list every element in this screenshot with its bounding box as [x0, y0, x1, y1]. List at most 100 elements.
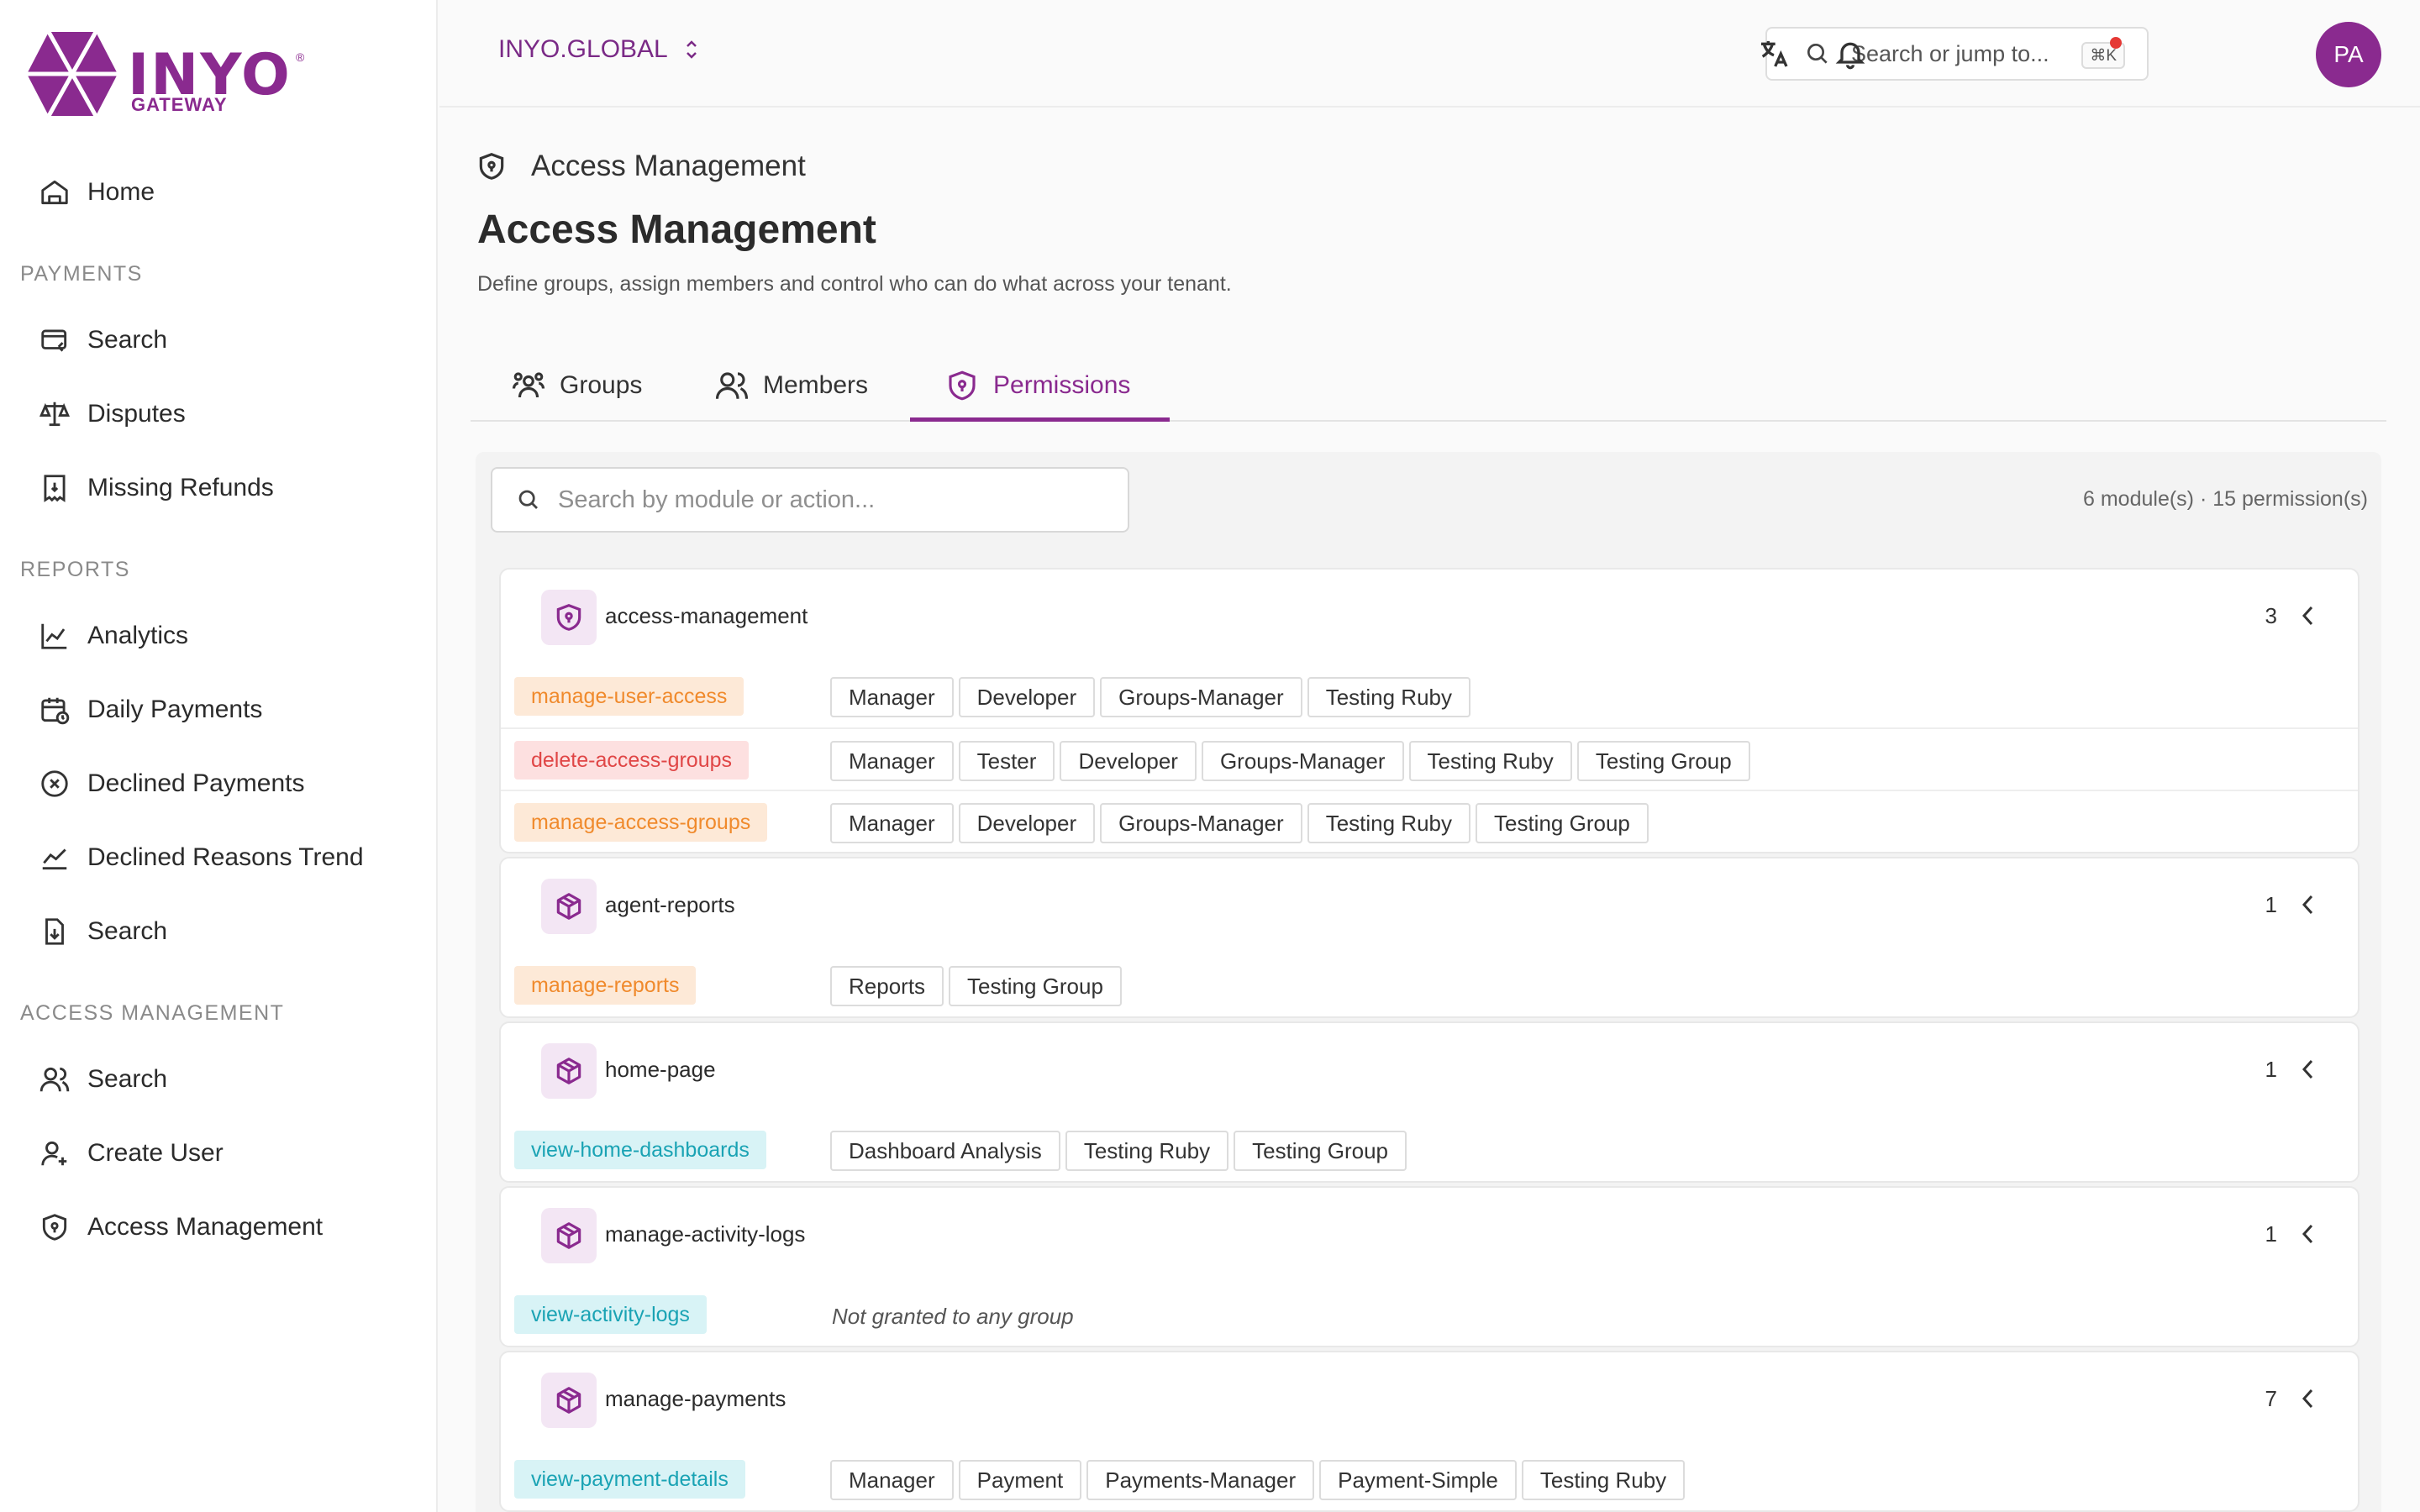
group-tag: Groups-Manager — [1100, 803, 1302, 843]
module-count: 7 — [2265, 1386, 2277, 1411]
tenant-name: INYO.GLOBAL — [498, 35, 668, 63]
tab-label: Groups — [560, 371, 643, 399]
module-header[interactable]: agent-reports 1 — [501, 858, 2358, 954]
user-plus-icon — [37, 1136, 72, 1171]
brand-subtitle: GATEWAY — [131, 94, 228, 115]
tab-groups[interactable]: Groups — [511, 349, 642, 422]
sidebar-item-label: Search — [87, 326, 168, 354]
cube-icon — [541, 1043, 597, 1099]
brand-wordmark: INYO ® GATEWAY — [128, 34, 304, 115]
sidebar-item-access-management[interactable]: Access Management — [37, 1206, 323, 1248]
users-icon — [37, 1062, 72, 1097]
group-tag: Payments-Manager — [1086, 1460, 1315, 1500]
sidebar: INYO ® GATEWAY Home PAYMENTS Search Disp… — [0, 0, 438, 1512]
permission-row: view-activity-logs Not granted to any gr… — [501, 1284, 2358, 1346]
group-tag: Manager — [830, 803, 954, 843]
group-tag: Testing Group — [1576, 741, 1750, 781]
chevron-left-icon[interactable] — [2296, 1221, 2321, 1247]
breadcrumb: Access Management — [476, 150, 806, 183]
group-tag: Reports — [830, 966, 944, 1006]
chevron-left-icon[interactable] — [2296, 1057, 2321, 1082]
permission-chip: manage-access-groups — [514, 803, 768, 842]
module-name: access-management — [605, 603, 808, 628]
group-tag: Testing Ruby — [1307, 677, 1470, 717]
sidebar-item-missing-refunds[interactable]: Missing Refunds — [37, 467, 274, 509]
group-tags: Manager Tester Developer Groups-Manager … — [830, 741, 1750, 781]
chevron-left-icon[interactable] — [2296, 1386, 2321, 1411]
sidebar-item-label: Missing Refunds — [87, 474, 274, 501]
x-circle-icon — [37, 766, 72, 801]
group-tag: Testing Group — [1476, 803, 1649, 843]
permission-chip: view-activity-logs — [514, 1295, 707, 1334]
permissions-search[interactable] — [491, 467, 1129, 533]
top-bar: INYO.GLOBAL Search or jump to... ⌘K PA — [439, 0, 2420, 108]
sidebar-item-label: Search — [87, 1065, 168, 1093]
module-header[interactable]: home-page 1 — [501, 1023, 2358, 1119]
group-tag: Testing Ruby — [1065, 1131, 1229, 1171]
module-card: agent-reports 1 manage-reports Reports T… — [499, 857, 2360, 1018]
group-tag: Groups-Manager — [1100, 677, 1302, 717]
sidebar-item-label: Create User — [87, 1139, 224, 1167]
user-avatar[interactable]: PA — [2316, 22, 2381, 87]
permission-chip: manage-reports — [514, 966, 697, 1005]
group-tag: Manager — [830, 741, 954, 781]
sidebar-item-payments-search[interactable]: Search — [37, 319, 167, 361]
analytics-icon — [37, 618, 72, 654]
group-tag: Testing Ruby — [1307, 803, 1470, 843]
brand-logo[interactable]: INYO ® GATEWAY — [25, 30, 304, 118]
sidebar-item-home[interactable]: Home — [37, 171, 155, 213]
hexagon-logo-icon — [27, 30, 118, 118]
group-tags: Reports Testing Group — [830, 966, 1122, 1006]
tab-bar: Groups Members Permissions — [471, 349, 2386, 422]
module-card: manage-payments 7 view-payment-details M… — [499, 1351, 2360, 1512]
sidebar-item-label: Disputes — [87, 400, 186, 428]
module-header[interactable]: access-management 3 — [501, 570, 2358, 665]
home-icon — [37, 175, 72, 210]
group-tags: Dashboard Analysis Testing Ruby Testing … — [830, 1131, 1407, 1171]
translate-icon — [1757, 37, 1791, 71]
sidebar-item-declined-reasons-trend[interactable]: Declined Reasons Trend — [37, 837, 364, 879]
page-title: Access Management — [477, 207, 876, 252]
file-download-icon — [37, 914, 72, 949]
sidebar-section-payments: PAYMENTS — [20, 262, 143, 286]
permission-chip: view-payment-details — [514, 1460, 745, 1499]
sidebar-item-daily-payments[interactable]: Daily Payments — [37, 689, 262, 731]
sidebar-item-create-user[interactable]: Create User — [37, 1132, 224, 1174]
group-tag: Testing Ruby — [1521, 1460, 1686, 1500]
group-tags: Manager Payment Payments-Manager Payment… — [830, 1460, 1686, 1500]
card-search-icon — [37, 323, 72, 358]
permissions-search-input[interactable] — [558, 486, 1096, 514]
notifications-button[interactable] — [1830, 34, 1870, 74]
permission-chip: view-home-dashboards — [514, 1131, 766, 1169]
module-header[interactable]: manage-payments 7 — [501, 1352, 2358, 1448]
module-header[interactable]: manage-activity-logs 1 — [501, 1188, 2358, 1284]
language-button[interactable] — [1754, 34, 1794, 74]
sidebar-item-analytics[interactable]: Analytics — [37, 615, 188, 657]
permission-row: manage-user-access Manager Developer Gro… — [501, 665, 2358, 727]
bell-icon — [1833, 37, 1867, 71]
sidebar-item-declined-payments[interactable]: Declined Payments — [37, 763, 304, 805]
sidebar-item-reports-search[interactable]: Search — [37, 911, 167, 953]
global-search[interactable]: Search or jump to... ⌘K — [1765, 27, 2149, 81]
group-tag: Payment-Simple — [1319, 1460, 1517, 1500]
tab-permissions[interactable]: Permissions — [944, 349, 1130, 422]
sidebar-item-access-search[interactable]: Search — [37, 1058, 167, 1100]
module-name: manage-payments — [605, 1386, 786, 1411]
module-name: manage-activity-logs — [605, 1221, 806, 1247]
chevron-left-icon[interactable] — [2296, 603, 2321, 628]
cube-icon — [541, 1373, 597, 1428]
sidebar-item-disputes[interactable]: Disputes — [37, 393, 186, 435]
group-icon — [511, 368, 546, 403]
sidebar-item-label: Home — [87, 178, 155, 206]
tenant-switcher[interactable]: INYO.GLOBAL — [498, 35, 700, 64]
sidebar-item-label: Daily Payments — [87, 696, 263, 723]
search-icon — [516, 487, 541, 512]
group-tag: Testing Ruby — [1408, 741, 1572, 781]
receipt-icon — [37, 470, 72, 506]
group-tag: Testing Group — [949, 966, 1122, 1006]
tab-members[interactable]: Members — [714, 349, 868, 422]
active-tab-indicator — [910, 417, 1170, 422]
chevron-left-icon[interactable] — [2296, 892, 2321, 917]
users-icon — [714, 368, 750, 403]
empty-groups-text: Not granted to any group — [832, 1304, 1074, 1329]
